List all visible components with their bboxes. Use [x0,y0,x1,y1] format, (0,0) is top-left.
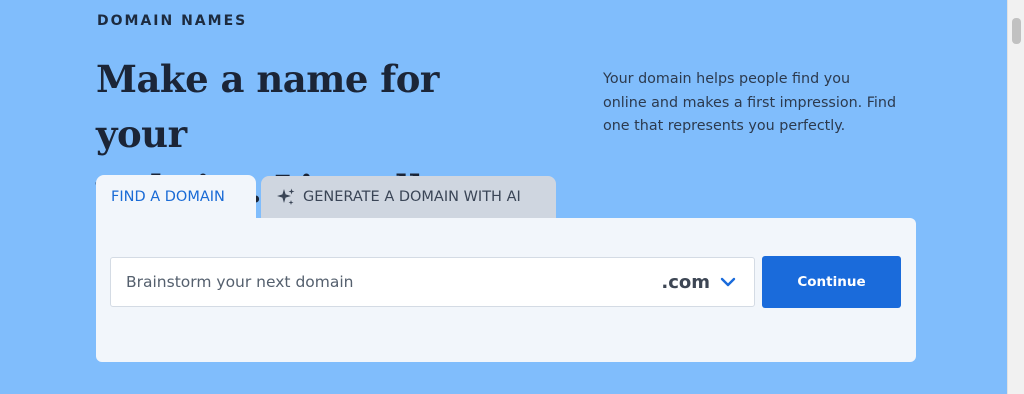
tab-generate-domain-ai[interactable]: GENERATE A DOMAIN WITH AI [261,176,556,218]
vertical-scrollbar[interactable] [1007,0,1024,394]
domain-search-box: .com [110,257,755,307]
description-text: Your domain helps people find you online… [603,68,923,139]
continue-button[interactable]: Continue [762,256,901,308]
description-line-3: one that represents you perfectly. [603,118,846,134]
tld-dropdown[interactable]: .com [661,258,754,306]
sparkle-icon [277,188,295,205]
tab-find-domain[interactable]: FIND A DOMAIN [96,175,256,219]
tld-selected-value: .com [661,271,710,293]
scrollbar-thumb[interactable] [1012,18,1021,44]
headline-line-1: Make a name for your [96,57,439,156]
section-eyebrow: DOMAIN NAMES [97,13,248,29]
tab-find-domain-label: FIND A DOMAIN [111,189,225,205]
chevron-down-icon [720,277,736,287]
tab-generate-domain-ai-label: GENERATE A DOMAIN WITH AI [303,189,521,205]
description-line-2: online and makes a first impression. Fin… [603,94,897,111]
description-line-1: Your domain helps people find you [603,71,851,87]
domain-search-input[interactable] [111,258,662,306]
